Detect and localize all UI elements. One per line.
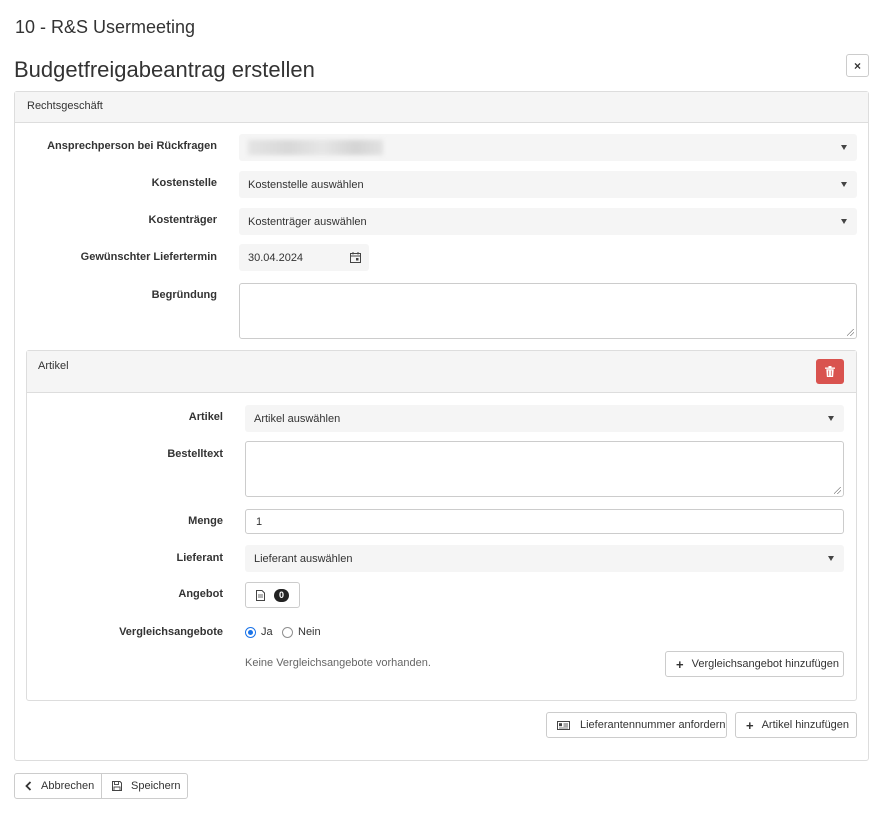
reason-label: Begründung bbox=[151, 289, 217, 301]
calendar-icon[interactable] bbox=[350, 252, 361, 263]
supplier-value: Lieferant auswählen bbox=[254, 552, 353, 565]
comparison-no-radio[interactable] bbox=[282, 626, 293, 638]
request-supplier-number-label: Lieferantennummer anfordern bbox=[580, 719, 726, 731]
panel-heading bbox=[15, 92, 868, 123]
caret-down-icon bbox=[841, 145, 847, 150]
delivery-date-label: Gewünschter Liefertermin bbox=[80, 251, 217, 263]
cost-unit-select[interactable]: Kostenträger auswählen bbox=[239, 208, 857, 235]
article-panel-heading bbox=[27, 351, 856, 393]
quantity-label: Menge bbox=[188, 515, 223, 527]
close-icon: × bbox=[853, 58, 861, 73]
cost-unit-label: Kostenträger bbox=[148, 214, 217, 226]
chevron-left-icon bbox=[25, 781, 32, 791]
cost-center-label: Kostenstelle bbox=[151, 177, 217, 189]
article-label: Artikel bbox=[188, 411, 223, 423]
cancel-label: Abbrechen bbox=[41, 780, 95, 792]
comparison-yes-radio[interactable] bbox=[245, 626, 256, 638]
trash-icon bbox=[825, 366, 835, 377]
cost-unit-value: Kostenträger auswählen bbox=[248, 215, 367, 228]
offer-label: Angebot bbox=[178, 588, 223, 600]
add-article-label: Artikel hinzufügen bbox=[761, 719, 850, 731]
panel-heading-title: Rechtsgeschäft bbox=[27, 100, 103, 112]
request-supplier-number-button[interactable]: Lieferantennummer anfordern bbox=[546, 712, 727, 738]
supplier-label: Lieferant bbox=[176, 552, 223, 564]
caret-down-icon bbox=[841, 182, 847, 187]
caret-down-icon bbox=[828, 416, 834, 421]
caret-down-icon bbox=[841, 219, 847, 224]
offer-upload-button[interactable]: 0 bbox=[245, 582, 300, 608]
article-value: Artikel auswählen bbox=[254, 412, 341, 425]
delete-article-button[interactable] bbox=[816, 359, 844, 384]
comparison-no-label: Nein bbox=[298, 626, 321, 638]
order-text-textarea[interactable] bbox=[245, 441, 844, 497]
caret-down-icon bbox=[828, 556, 834, 561]
comparison-yes-option[interactable]: Ja bbox=[245, 626, 273, 638]
article-panel-title: Artikel bbox=[38, 360, 69, 372]
article-select[interactable]: Artikel auswählen bbox=[245, 405, 844, 432]
floppy-disk-icon bbox=[112, 781, 122, 791]
comparison-no-option[interactable]: Nein bbox=[282, 626, 321, 638]
add-comparison-label: Vergleichsangebot hinzufügen bbox=[691, 658, 839, 670]
cost-center-value: Kostenstelle auswählen bbox=[248, 178, 364, 191]
save-label: Speichern bbox=[131, 780, 181, 792]
quantity-input[interactable]: 1 bbox=[245, 509, 844, 534]
resize-grip-icon[interactable] bbox=[834, 487, 841, 494]
document-icon bbox=[256, 589, 265, 601]
resize-grip-icon[interactable] bbox=[847, 329, 854, 336]
contact-label: Ansprechperson bei Rückfragen bbox=[47, 140, 217, 152]
cancel-button[interactable]: Abbrechen bbox=[14, 773, 102, 799]
no-comparisons-text: Keine Vergleichsangebote vorhanden. bbox=[245, 657, 431, 669]
page-title: Budgetfreigabeantrag erstellen bbox=[14, 57, 315, 82]
cost-center-select[interactable]: Kostenstelle auswählen bbox=[239, 171, 857, 198]
delivery-date-value: 30.04.2024 bbox=[248, 251, 304, 264]
save-button[interactable]: Speichern bbox=[101, 773, 188, 799]
comparison-label: Vergleichsangebote bbox=[119, 626, 223, 638]
add-article-button[interactable]: + Artikel hinzufügen bbox=[735, 712, 857, 738]
supplier-select[interactable]: Lieferant auswählen bbox=[245, 545, 844, 572]
delivery-date-input[interactable]: 30.04.2024 bbox=[239, 244, 369, 271]
contact-select[interactable] bbox=[239, 134, 857, 161]
offer-count-badge: 0 bbox=[274, 588, 289, 602]
close-button[interactable]: × bbox=[846, 54, 869, 77]
id-card-icon bbox=[557, 720, 570, 730]
plus-icon: + bbox=[676, 656, 684, 672]
contact-value-redacted bbox=[248, 140, 383, 155]
plus-icon: + bbox=[746, 717, 754, 733]
reason-textarea[interactable] bbox=[239, 283, 857, 339]
order-text-label: Bestelltext bbox=[167, 448, 223, 460]
quantity-value: 1 bbox=[256, 515, 263, 528]
page-super-title: 10 - R&S Usermeeting bbox=[15, 17, 196, 37]
add-comparison-button[interactable]: + Vergleichsangebot hinzufügen bbox=[665, 651, 844, 677]
comparison-yes-label: Ja bbox=[261, 626, 273, 638]
